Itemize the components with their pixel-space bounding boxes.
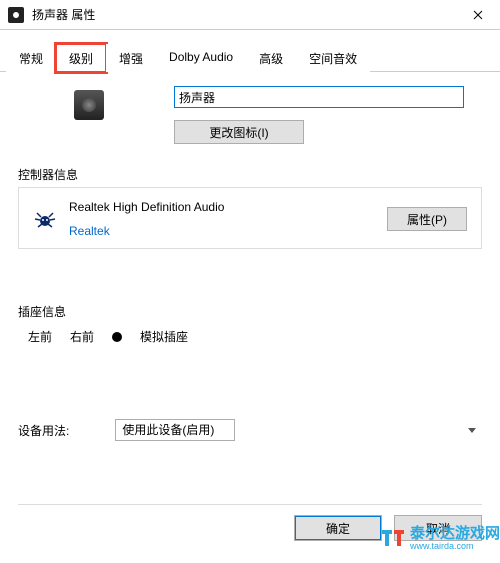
close-button[interactable] (455, 0, 500, 30)
device-name-input[interactable] (174, 86, 464, 108)
jack-dot-icon (112, 332, 122, 342)
change-icon-button[interactable]: 更改图标(I) (174, 120, 304, 144)
jack-group-label: 插座信息 (18, 303, 482, 320)
speaker-icon (74, 90, 104, 120)
titlebar: 扬声器 属性 (0, 0, 500, 30)
usage-select[interactable]: 使用此设备(启用) (115, 419, 235, 441)
jack-left-front: 左前 (28, 328, 52, 345)
watermark: 泰尔达游戏网 www.tairda.com (380, 522, 500, 551)
usage-label: 设备用法: (18, 422, 69, 439)
tab-content: 更改图标(I) 控制器信息 Realtek High Definition Au… (0, 72, 500, 451)
watermark-text: 泰尔达游戏网 (410, 525, 500, 542)
tairda-logo-icon (380, 524, 406, 550)
tab-dolby-audio[interactable]: Dolby Audio (156, 44, 246, 72)
tab-strip: 常规 级别 增强 Dolby Audio 高级 空间音效 (0, 40, 500, 72)
tab-advanced[interactable]: 高级 (246, 44, 296, 72)
jack-analog: 模拟插座 (140, 328, 188, 345)
tab-general[interactable]: 常规 (6, 44, 56, 72)
tab-enhancements[interactable]: 增强 (106, 44, 156, 72)
app-icon (8, 7, 24, 23)
controller-properties-button[interactable]: 属性(P) (387, 207, 467, 231)
jack-row: 左前 右前 模拟插座 (18, 324, 482, 349)
controller-name: Realtek High Definition Audio (69, 200, 387, 214)
controller-vendor: Realtek (69, 224, 387, 238)
divider (18, 504, 482, 505)
close-icon (473, 10, 483, 20)
tab-levels[interactable]: 级别 (56, 44, 106, 72)
usage-select-wrap: 使用此设备(启用) (115, 419, 482, 441)
realtek-crab-icon (33, 207, 57, 231)
ok-button[interactable]: 确定 (294, 515, 382, 541)
tab-spatial-sound[interactable]: 空间音效 (296, 44, 370, 72)
usage-row: 设备用法: 使用此设备(启用) (18, 419, 482, 441)
device-row: 更改图标(I) (18, 86, 482, 144)
watermark-sub: www.tairda.com (410, 541, 500, 551)
jack-right-front: 右前 (70, 328, 94, 345)
controller-group-label: 控制器信息 (18, 166, 482, 183)
controller-group: Realtek High Definition Audio Realtek 属性… (18, 187, 482, 249)
window-title: 扬声器 属性 (32, 6, 455, 23)
